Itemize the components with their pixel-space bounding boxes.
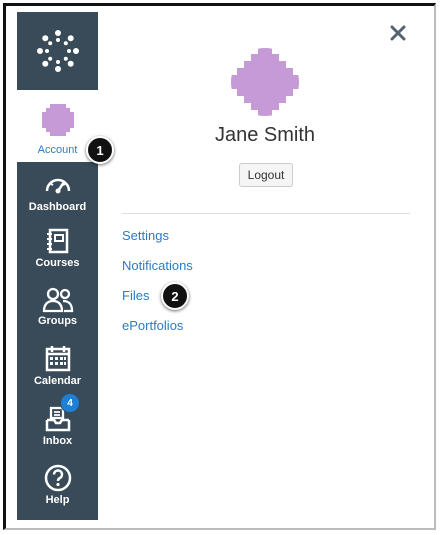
sidebar-item-label: Help [45,494,70,506]
avatar [37,100,78,140]
sidebar-item-help[interactable]: Help [17,460,98,518]
sidebar-item-inbox[interactable]: 4 Inbox [17,393,98,458]
sidebar-item-label: Dashboard [28,201,87,213]
settings-link[interactable]: Settings [122,228,169,243]
courses-icon [46,228,68,254]
dashboard-icon [45,178,70,194]
sidebar-item-groups[interactable]: Groups [17,280,98,338]
eportfolios-link[interactable]: ePortfolios [122,318,183,333]
close-icon[interactable] [389,24,407,42]
canvas-logo-icon [36,29,79,72]
divider [122,213,410,214]
callout-2: 2 [161,282,189,310]
inbox-unread-badge: 4 [60,393,80,413]
notifications-link[interactable]: Notifications [122,258,193,273]
groups-icon [42,287,73,313]
sidebar-item-courses[interactable]: Courses [17,221,98,279]
sidebar-item-label: Courses [35,257,80,269]
callout-1: 1 [86,136,114,164]
user-avatar [231,48,299,116]
sidebar-item-calendar[interactable]: Calendar [17,339,98,397]
user-name: Jane Smith [214,124,316,146]
avatar-icon [37,100,78,140]
sidebar-item-label: Inbox [42,435,73,447]
sidebar-item-label: Account [37,144,78,156]
global-navigation: Account Dashboard Courses Groups Calenda… [17,12,98,520]
files-link[interactable]: Files [122,288,149,303]
calendar-icon [45,346,70,372]
logout-button[interactable]: Logout [239,163,293,187]
sidebar-item-dashboard[interactable]: Dashboard [17,162,98,220]
help-icon [44,464,71,492]
sidebar-item-label: Calendar [33,375,82,387]
sidebar-item-label: Groups [37,315,78,327]
canvas-logo[interactable] [17,12,98,89]
avatar-icon [231,48,299,116]
